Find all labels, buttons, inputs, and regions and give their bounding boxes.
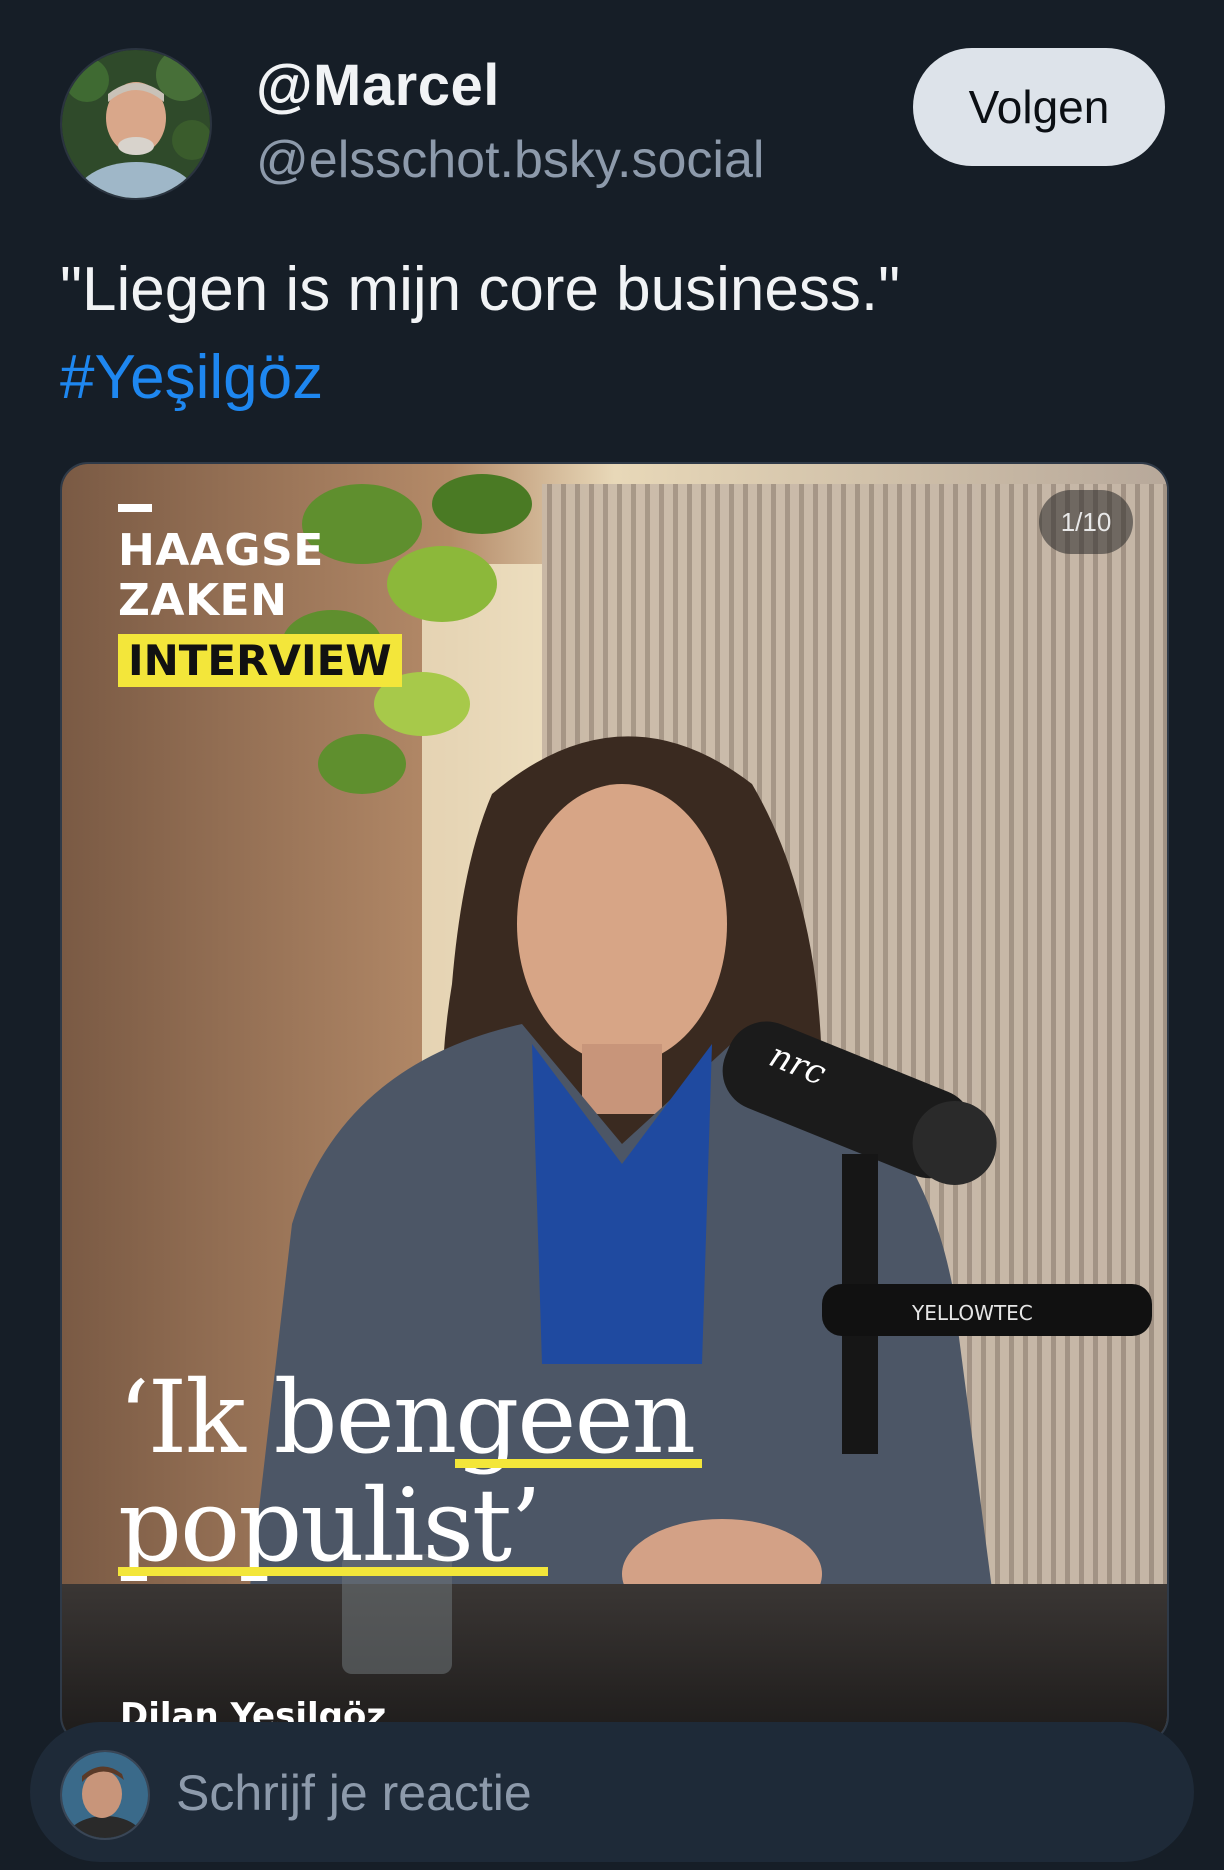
stand-brand-text: YELLOWTEC	[911, 1301, 1033, 1325]
reply-placeholder: Schrijf je reactie	[176, 1765, 532, 1821]
post-text: "Liegen is mijn core business." #Yeşilgö…	[60, 246, 900, 422]
brand-line-1: HAAGSE	[118, 525, 324, 576]
headline-part-2: geen	[455, 1359, 702, 1476]
follow-button[interactable]: Volgen	[913, 48, 1165, 166]
brand-line-2: ZAKEN	[118, 575, 288, 626]
brand-dash	[118, 504, 152, 512]
author-display-name[interactable]: @Marcel	[256, 52, 500, 119]
headline-part-1: ‘Ik ben	[118, 1359, 457, 1476]
haagse-zaken-logo: HAAGSE ZAKEN INTERVIEW	[118, 504, 402, 687]
headline-part-3: populist’	[118, 1467, 548, 1584]
user-avatar	[60, 1750, 150, 1840]
post-image[interactable]: YELLOWTEC nrc 1/10 HAAGSE ZAKEN INTERVIE…	[60, 462, 1169, 1744]
image-counter: 1/10	[1039, 490, 1133, 554]
hashtag-link[interactable]: #Yeşilgöz	[60, 334, 900, 422]
author-avatar[interactable]	[60, 48, 212, 200]
post-body: "Liegen is mijn core business."	[60, 255, 901, 324]
reply-composer[interactable]: Schrijf je reactie	[30, 1722, 1194, 1862]
image-headline: ‘Ik ben geen populist’	[118, 1359, 702, 1584]
interview-badge: INTERVIEW	[118, 634, 402, 687]
author-handle[interactable]: @elsschot.bsky.social	[256, 130, 764, 190]
